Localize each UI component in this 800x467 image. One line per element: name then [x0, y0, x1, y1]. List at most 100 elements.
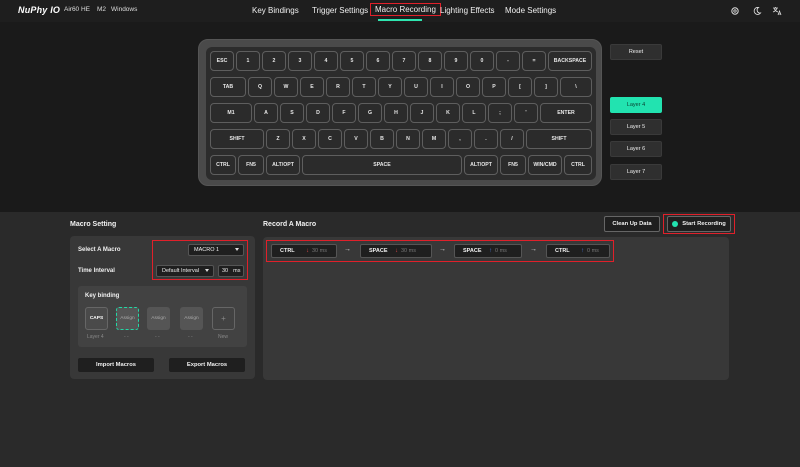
nav-lighting-effects[interactable]: Lighting Effects [440, 6, 495, 15]
translate-icon[interactable] [772, 6, 782, 16]
key-c[interactable]: C [318, 129, 342, 149]
key-right-ctrl[interactable]: CTRL [564, 155, 592, 175]
key-h[interactable]: H [384, 103, 408, 123]
key-d[interactable]: D [306, 103, 330, 123]
key-left-ctrl[interactable]: CTRL [210, 155, 236, 175]
key-slash[interactable]: / [500, 129, 524, 149]
key-0[interactable]: 0 [470, 51, 494, 71]
key-3[interactable]: 3 [288, 51, 312, 71]
record-dot-icon [672, 221, 679, 227]
gear-icon[interactable] [730, 6, 740, 16]
key-b[interactable]: B [370, 129, 394, 149]
key-e[interactable]: E [300, 77, 324, 97]
binding-slot-assign[interactable]: Assign [116, 307, 139, 330]
key-x[interactable]: X [292, 129, 316, 149]
step-key: CTRL [555, 248, 570, 254]
export-macros-button[interactable]: Export Macros [169, 358, 245, 372]
key-backslash[interactable]: \ [560, 77, 592, 97]
add-binding-button[interactable]: + [212, 307, 235, 330]
key-f[interactable]: F [332, 103, 356, 123]
keyboard: ESC 1 2 3 4 5 6 7 8 9 0 - = BACKSPACE TA… [198, 39, 602, 186]
key-semicolon[interactable]: ; [488, 103, 512, 123]
nav-key-bindings[interactable]: Key Bindings [252, 6, 299, 15]
key-comma[interactable]: , [448, 129, 472, 149]
key-esc[interactable]: ESC [210, 51, 234, 71]
reset-button[interactable]: Reset [610, 44, 662, 60]
binding-slot-sub: - - [124, 334, 129, 340]
key-8[interactable]: 8 [418, 51, 442, 71]
import-macros-button[interactable]: Import Macros [78, 358, 154, 372]
key-space[interactable]: SPACE [302, 155, 462, 175]
key-right-alt[interactable]: ALT/OPT [464, 155, 498, 175]
key-4[interactable]: 4 [314, 51, 338, 71]
nav-active-underline [378, 19, 422, 21]
start-recording-button[interactable]: Start Recording [667, 216, 731, 232]
key-j[interactable]: J [410, 103, 434, 123]
recorded-step[interactable]: SPACE ↑ 0 ms [454, 244, 522, 258]
keyboard-plate: ESC 1 2 3 4 5 6 7 8 9 0 - = BACKSPACE TA… [206, 47, 596, 180]
key-m[interactable]: M [422, 129, 446, 149]
key-w[interactable]: W [274, 77, 298, 97]
key-z[interactable]: Z [266, 129, 290, 149]
key-n[interactable]: N [396, 129, 420, 149]
key-right-bracket[interactable]: ] [534, 77, 558, 97]
device-model[interactable]: Air60 HE [64, 6, 90, 13]
key-u[interactable]: U [404, 77, 428, 97]
nav-mode-settings[interactable]: Mode Settings [505, 6, 556, 15]
moon-icon[interactable] [752, 6, 762, 16]
key-y[interactable]: Y [378, 77, 402, 97]
binding-slot-assign[interactable]: Assign [180, 307, 203, 330]
interval-mode-dropdown[interactable]: Default Interval [156, 265, 214, 277]
layer-5-button[interactable]: Layer 5 [610, 119, 662, 135]
key-right-fn[interactable]: FN5 [500, 155, 526, 175]
key-minus[interactable]: - [496, 51, 520, 71]
nav-trigger-settings[interactable]: Trigger Settings [312, 6, 368, 15]
recorded-step[interactable]: SPACE ↓ 30 ms [360, 244, 432, 258]
key-i[interactable]: I [430, 77, 454, 97]
recorded-step[interactable]: CTRL ↑ 0 ms [546, 244, 610, 258]
key-g[interactable]: G [358, 103, 382, 123]
key-binding-title: Key binding [85, 293, 120, 299]
key-backspace[interactable]: BACKSPACE [548, 51, 592, 71]
nav-macro-recording[interactable]: Macro Recording [370, 3, 441, 16]
key-1[interactable]: 1 [236, 51, 260, 71]
layer-7-button[interactable]: Layer 7 [610, 164, 662, 180]
key-s[interactable]: S [280, 103, 304, 123]
key-6[interactable]: 6 [366, 51, 390, 71]
key-m1[interactable]: M1 [210, 103, 252, 123]
key-a[interactable]: A [254, 103, 278, 123]
recorded-step[interactable]: CTRL ↓ 30 ms [271, 244, 337, 258]
layer-4-button[interactable]: Layer 4 [610, 97, 662, 113]
interval-mode-value: Default Interval [162, 268, 199, 274]
key-5[interactable]: 5 [340, 51, 364, 71]
key-left-bracket[interactable]: [ [508, 77, 532, 97]
key-2[interactable]: 2 [262, 51, 286, 71]
key-quote[interactable]: ' [514, 103, 538, 123]
key-left-shift[interactable]: SHIFT [210, 129, 264, 149]
key-right-shift[interactable]: SHIFT [526, 129, 592, 149]
key-equals[interactable]: = [522, 51, 546, 71]
key-7[interactable]: 7 [392, 51, 416, 71]
key-v[interactable]: V [344, 129, 368, 149]
key-left-fn[interactable]: FN5 [238, 155, 264, 175]
key-left-alt[interactable]: ALT/OPT [266, 155, 300, 175]
clear-data-button[interactable]: Clean Up Data [604, 216, 660, 232]
key-o[interactable]: O [456, 77, 480, 97]
key-tab[interactable]: TAB [210, 77, 246, 97]
binding-slot-caps[interactable]: CAPS [85, 307, 108, 330]
key-r[interactable]: R [326, 77, 350, 97]
key-q[interactable]: Q [248, 77, 272, 97]
macro-select-dropdown[interactable]: MACRO 1 [188, 244, 244, 256]
layer-6-button[interactable]: Layer 6 [610, 141, 662, 157]
key-p[interactable]: P [482, 77, 506, 97]
key-9[interactable]: 9 [444, 51, 468, 71]
key-win-cmd[interactable]: WIN/CMD [528, 155, 562, 175]
key-period[interactable]: . [474, 129, 498, 149]
key-k[interactable]: K [436, 103, 460, 123]
binding-slot-assign[interactable]: Assign [147, 307, 170, 330]
key-l[interactable]: L [462, 103, 486, 123]
key-t[interactable]: T [352, 77, 376, 97]
key-enter[interactable]: ENTER [540, 103, 592, 123]
device-variant: M2 [97, 6, 107, 13]
interval-value-input[interactable]: 30 ms [218, 265, 244, 277]
